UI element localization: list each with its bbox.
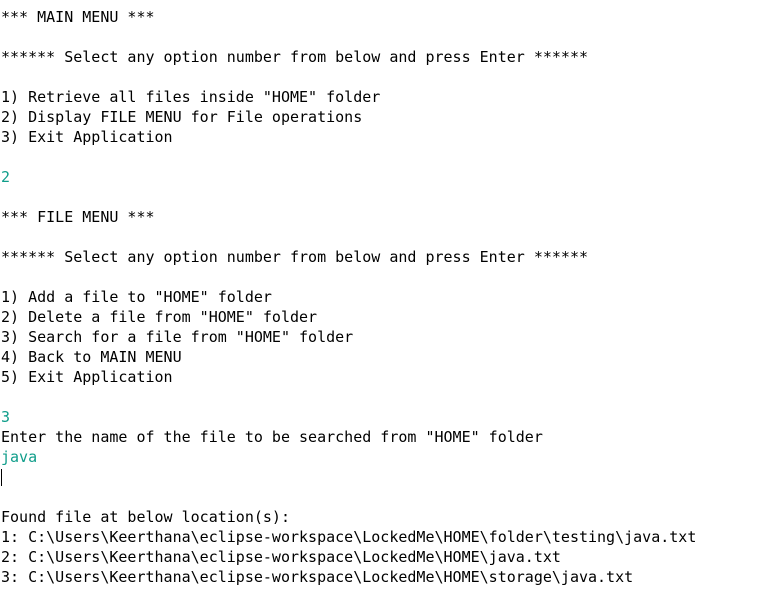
console-line: ****** Select any option number from bel… bbox=[1, 48, 588, 66]
console-line: Found file at below location(s): bbox=[1, 508, 290, 526]
console-line: 3: C:\Users\Keerthana\eclipse-workspace\… bbox=[1, 568, 634, 586]
console-line: 5) Exit Application bbox=[1, 368, 173, 386]
user-input-line: 2 bbox=[1, 168, 11, 186]
console-line: 1: C:\Users\Keerthana\eclipse-workspace\… bbox=[1, 528, 697, 546]
input-caret-line bbox=[1, 467, 696, 487]
console-line: 2: C:\Users\Keerthana\eclipse-workspace\… bbox=[1, 548, 561, 566]
user-input-line: java bbox=[1, 448, 38, 466]
console-line: ****** Select any option number from bel… bbox=[1, 248, 588, 266]
console-line: 1) Retrieve all files inside "HOME" fold… bbox=[1, 88, 381, 106]
console-output[interactable]: *** MAIN MENU *** ****** Select any optio… bbox=[1, 7, 696, 587]
console-line: Enter the name of the file to be searche… bbox=[1, 428, 543, 446]
console-line: 1) Add a file to "HOME" folder bbox=[1, 288, 272, 306]
console-line: 2) Delete a file from "HOME" folder bbox=[1, 308, 318, 326]
user-input-line: 3 bbox=[1, 408, 11, 426]
console-line: *** FILE MENU *** bbox=[1, 208, 155, 226]
console-line: 3) Search for a file from "HOME" folder bbox=[1, 328, 354, 346]
console-line: *** MAIN MENU *** bbox=[1, 8, 155, 26]
console-line: 2) Display FILE MENU for File operations bbox=[1, 108, 363, 126]
text-cursor bbox=[1, 469, 2, 486]
console-line: 4) Back to MAIN MENU bbox=[1, 348, 182, 366]
console-line: 3) Exit Application bbox=[1, 128, 173, 146]
